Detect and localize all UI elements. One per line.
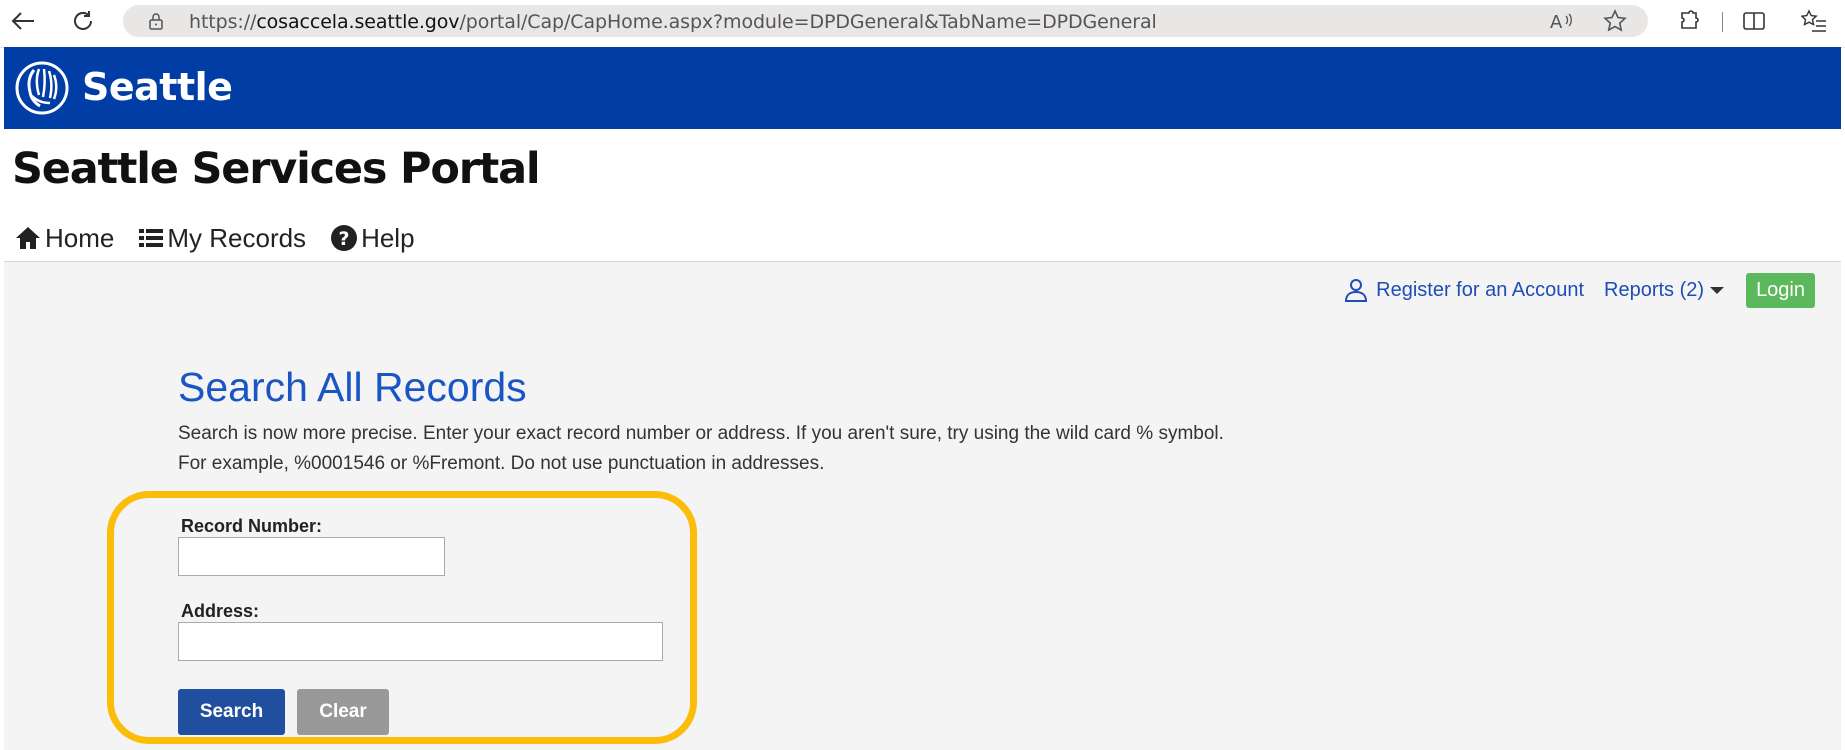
- register-link[interactable]: Register for an Account: [1344, 277, 1584, 303]
- search-desc-line1: Search is now more precise. Enter your e…: [178, 423, 1224, 444]
- url-path: /portal/Cap/CapHome.aspx?module=DPDGener…: [459, 11, 1157, 33]
- nav-help[interactable]: ? Help: [330, 222, 415, 254]
- nav-home-label: Home: [45, 222, 115, 253]
- user-icon: [1345, 279, 1368, 302]
- address-bar[interactable]: https://cosaccela.seattle.gov/portal/Cap…: [123, 5, 1648, 37]
- nav-my-records[interactable]: My Records: [138, 223, 306, 254]
- refresh-icon[interactable]: [68, 6, 98, 36]
- split-screen-icon[interactable]: [1740, 7, 1768, 35]
- nav-help-label: Help: [361, 222, 415, 253]
- main-nav: Home My Records ? Help: [14, 220, 439, 256]
- url-prefix: https://: [189, 11, 257, 33]
- favorite-icon[interactable]: [1601, 7, 1629, 35]
- svg-text:A: A: [1550, 12, 1563, 32]
- lock-icon[interactable]: [147, 12, 165, 30]
- extensions-icon[interactable]: [1675, 7, 1703, 35]
- reports-dropdown[interactable]: Reports (2): [1604, 278, 1725, 302]
- svg-text:?: ?: [339, 228, 350, 250]
- seattle-logo-icon[interactable]: [14, 60, 70, 116]
- highlight-box: [107, 491, 697, 744]
- portal-title: Seattle Services Portal: [12, 144, 541, 194]
- reports-label: Reports (2): [1604, 278, 1705, 301]
- nav-my-records-label: My Records: [167, 222, 307, 253]
- utility-bar: Register for an Account Reports (2) Logi…: [1324, 272, 1815, 308]
- favorites-list-icon[interactable]: [1800, 7, 1828, 35]
- search-description: Search is now more precise. Enter your e…: [178, 419, 1224, 479]
- back-icon[interactable]: [8, 6, 38, 36]
- city-header: Seattle: [4, 47, 1841, 129]
- search-desc-line2: For example, %0001546 or %Fremont. Do no…: [178, 453, 825, 474]
- read-aloud-icon[interactable]: A: [1547, 7, 1575, 35]
- browser-toolbar: https://cosaccela.seattle.gov/portal/Cap…: [0, 0, 1845, 48]
- caret-down-icon: [1710, 286, 1725, 294]
- toolbar-divider: [1722, 12, 1723, 32]
- home-icon: [16, 227, 40, 249]
- url-text[interactable]: https://cosaccela.seattle.gov/portal/Cap…: [189, 11, 1157, 33]
- city-name[interactable]: Seattle: [82, 65, 233, 109]
- nav-home[interactable]: Home: [14, 223, 114, 254]
- help-icon: ?: [331, 225, 358, 251]
- login-button[interactable]: Login: [1746, 272, 1815, 308]
- register-label: Register for an Account: [1376, 278, 1585, 301]
- search-title: Search All Records: [178, 364, 527, 410]
- list-icon: [139, 229, 164, 247]
- url-host: cosaccela.seattle.gov: [256, 11, 460, 33]
